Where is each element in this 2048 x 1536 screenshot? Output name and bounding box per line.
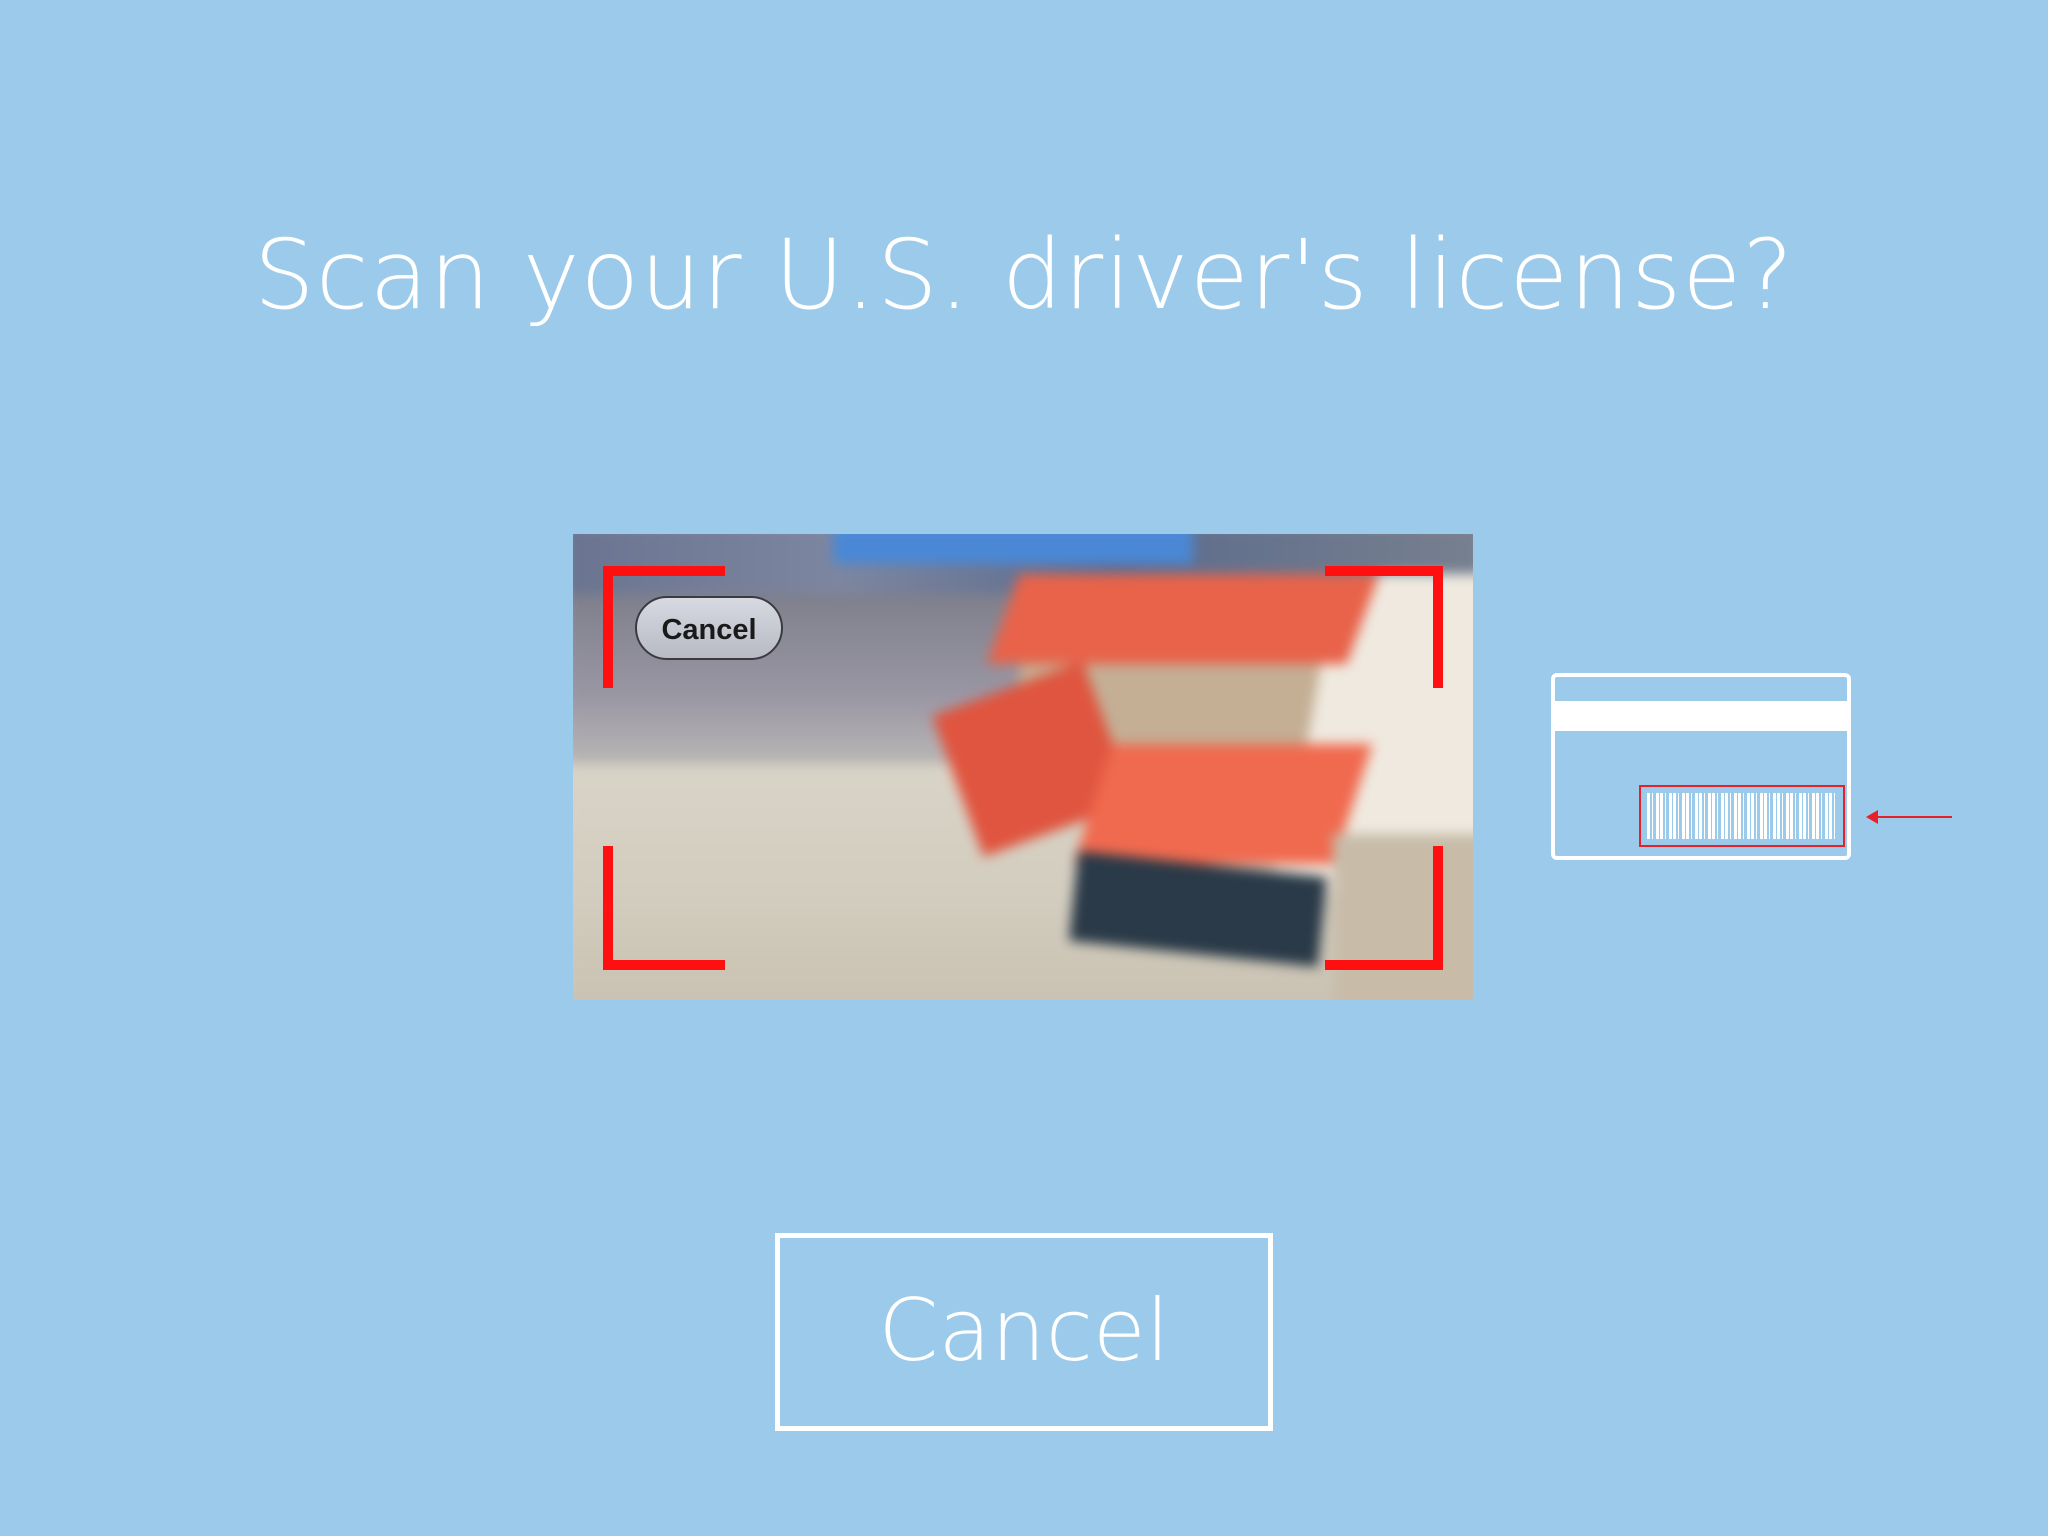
- scan-frame-corner-bottom-left: [603, 846, 725, 970]
- scan-frame-corner-top-right: [1325, 566, 1443, 688]
- cancel-button[interactable]: Cancel: [775, 1233, 1273, 1431]
- scan-frame-corner-bottom-right: [1325, 846, 1443, 970]
- camera-cancel-button[interactable]: Cancel: [635, 596, 783, 660]
- barcode-icon: [1647, 793, 1837, 839]
- camera-preview: Cancel: [573, 534, 1473, 1000]
- magnetic-stripe: [1555, 701, 1847, 731]
- arrow-left-icon: [1866, 810, 1952, 824]
- license-back-barcode-icon: [1551, 673, 1851, 860]
- barcode-highlight: [1639, 785, 1845, 847]
- page-title: Scan your U.S. driver's license?: [253, 219, 1795, 331]
